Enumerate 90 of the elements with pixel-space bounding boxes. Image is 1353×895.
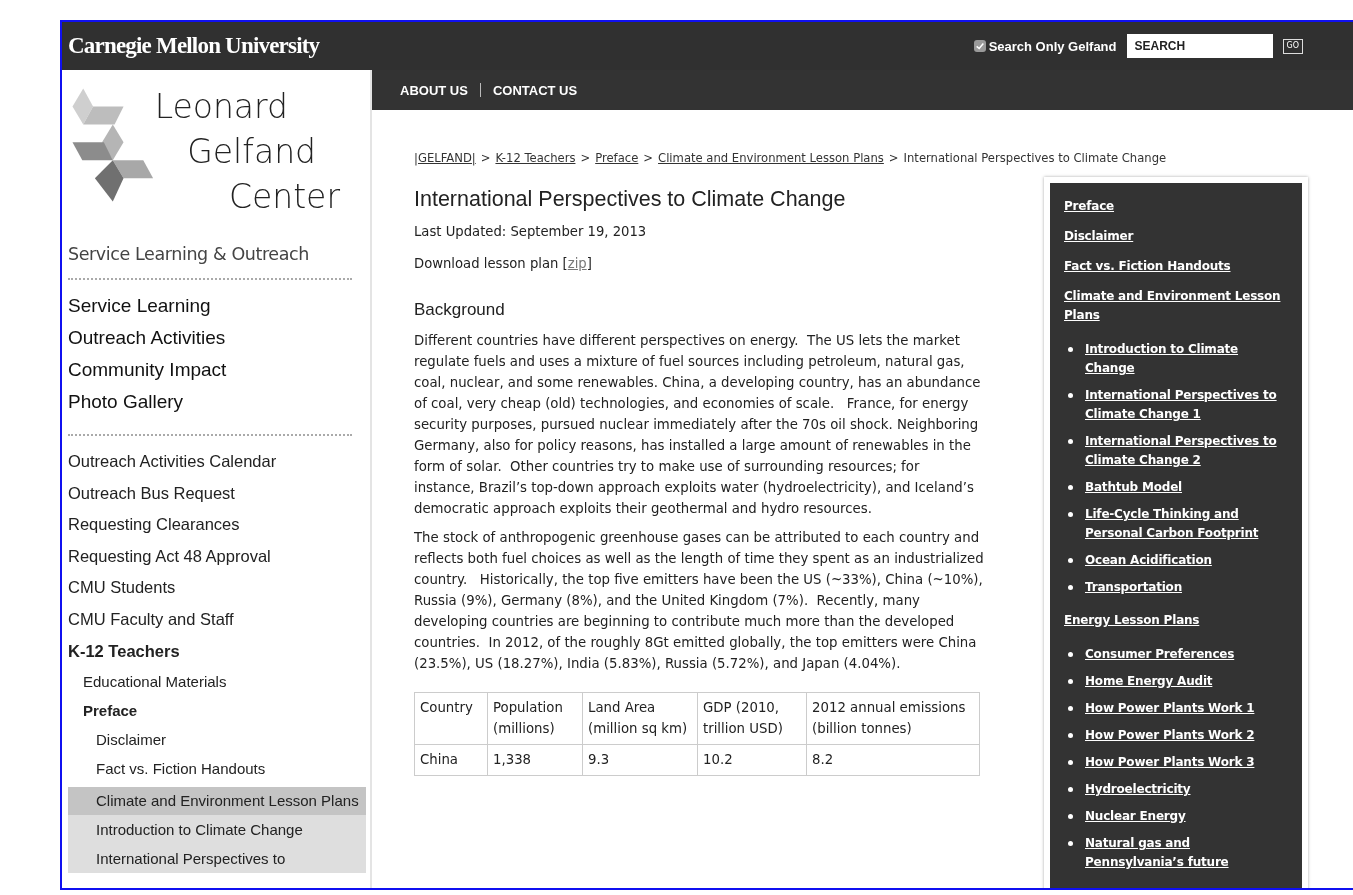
related-link[interactable]: Climate and Environment Lesson Plans [1064, 287, 1292, 325]
bullet-icon [1068, 733, 1073, 738]
sidebar-link[interactable]: Introduction to Climate Change [68, 815, 366, 845]
related-link[interactable]: Hydroelectricity [1085, 780, 1285, 799]
related-link[interactable]: Home Energy Audit [1085, 672, 1285, 691]
breadcrumb-link[interactable]: K-12 Teachers [495, 151, 576, 165]
table-cell: 9.3 [582, 744, 698, 776]
related-link[interactable]: Ocean Acidification [1085, 551, 1285, 570]
sidebar-link[interactable]: Community Impact [68, 354, 366, 386]
related-link[interactable]: Energy Lesson Plans [1064, 611, 1200, 630]
bullet-icon [1068, 841, 1073, 846]
related-link[interactable]: How Power Plants Work 2 [1085, 726, 1285, 745]
related-link[interactable]: Life-Cycle Thinking and Personal Carbon Footprint [1085, 505, 1285, 543]
nav-link[interactable]: CONTACT US [492, 82, 578, 98]
sidebar-link[interactable]: CMU Faculty and Staff [68, 603, 366, 636]
breadcrumb-link[interactable]: Preface [595, 151, 639, 165]
checkbox-label: Search Only Gelfand [988, 38, 1117, 54]
column-header: Land Area (million sq km) [582, 692, 698, 745]
sidebar-link[interactable]: Disclaimer [68, 725, 366, 755]
sidebar-link[interactable]: Photo Gallery [68, 386, 366, 418]
bullet-icon [1068, 393, 1073, 398]
university-logo[interactable]: Carnegie Mellon University [68, 33, 320, 59]
sidebar-link[interactable]: K-12 Teachers [68, 635, 366, 668]
related-link[interactable]: Introduction to Climate Change [1085, 340, 1285, 378]
related-link[interactable]: Nuclear Energy [1085, 807, 1285, 826]
bullet-icon [1068, 706, 1073, 711]
breadcrumb-separator: > [888, 151, 899, 165]
nav-link[interactable]: ABOUT US [400, 82, 468, 98]
related-link[interactable]: Bathtub Model [1085, 478, 1285, 497]
related-link[interactable]: How Power Plants Work 3 [1085, 753, 1285, 772]
section-heading: Background [414, 300, 506, 320]
updated-date: Last Updated: September 19, 2013 [414, 223, 648, 241]
bullet-icon [1068, 652, 1073, 657]
bullet-icon [1068, 485, 1073, 490]
logo-text: Gelfand [187, 131, 316, 173]
column-header: Population (millions) [487, 692, 583, 745]
checkbox[interactable] [973, 40, 986, 52]
breadcrumb-current: International Perspectives to Climate Change [903, 151, 1167, 165]
logo-text: Leonard [154, 86, 288, 128]
breadcrumb-separator: > [643, 151, 654, 165]
related-link[interactable]: Consumer Preferences [1085, 645, 1285, 664]
sidebar-link[interactable]: Preface [68, 696, 366, 726]
sidebar-link[interactable]: International Perspectives to [68, 844, 366, 874]
zip-link[interactable]: zip [567, 256, 587, 271]
sidebar-link[interactable]: Outreach Bus Request [68, 477, 366, 510]
bullet-icon [1068, 787, 1073, 792]
related-link[interactable]: Disclaimer [1064, 227, 1134, 246]
bullet-icon [1068, 814, 1073, 819]
related-link[interactable]: International Perspectives to Climate Change 2 [1085, 432, 1285, 470]
breadcrumb-separator: > [580, 151, 591, 165]
logo-tagline: Service Learning & Outreach [68, 244, 310, 264]
column-header: Country [414, 692, 488, 745]
table-cell: 1,338 [487, 744, 583, 776]
table-cell: 10.2 [697, 744, 807, 776]
sidebar-link[interactable]: Requesting Act 48 Approval [68, 540, 366, 573]
related-link[interactable]: Natural gas and Pennsylvania’s future [1085, 834, 1285, 872]
table-cell: 8.2 [806, 744, 980, 776]
bullet-icon [1068, 439, 1073, 444]
related-link[interactable]: How Power Plants Work 1 [1085, 699, 1285, 718]
related-link[interactable]: International Perspectives to Climate Change 1 [1085, 386, 1285, 424]
sidebar-link[interactable]: Outreach Activities Calendar [68, 446, 366, 478]
sidebar-link[interactable]: Climate and Environment Lesson Plans [68, 787, 366, 816]
body-paragraph: Different countries have different perspectives on energy. The US lets the market regulate fuels and uses a mixture of fuel sources including petroleum, natural gas, coal, nuclear, and some renewables. China, a developing country, has an abundance of coal, very cheap (old) technologies, and economies of scale. France, for energy security purposes, pursued nuclear immediately after the 70s oil shock. Neighboring Germany, also for policy reasons, has installed a large amount of renewables in the form of solar. Other countries try to make use of surrounding resources; for instance, Brazil’s top-down approach exploits water (hydroelectricity), and Iceland’s democratic approach exploits their geothermal and hydro resources. [414, 332, 982, 518]
sidebar-link[interactable]: Requesting Clearances [68, 509, 366, 541]
breadcrumb-separator: > [480, 151, 491, 165]
sidebar-link[interactable]: Service Learning [68, 290, 366, 322]
table-cell: China [414, 744, 488, 776]
logo-text: Center [228, 176, 340, 218]
body-paragraph: The stock of anthropogenic greenhouse gases can be attributed to each country and reflects both fuel choices as well as the length of time they spent as an industrialized country. Historically, the top five emitters have been the US (~33%), China (~10%), Russia (9%), Germany (8%), and the United Kingdom (7%). Recently, many developing countries are beginning to contribute much more than the developed countries. In 2012, of the roughly 8Gt emitted globally, the top emitters were China (23.5%), US (18.27%), India (5.83%), Russia (5.72%), and Japan (4.04%). [414, 529, 984, 673]
page-title: International Perspectives to Climate Change [414, 187, 847, 212]
sidebar-link[interactable]: Educational Materials [68, 667, 366, 697]
bullet-icon [1068, 585, 1073, 590]
search-field[interactable]: SEARCH [1126, 34, 1273, 58]
column-header: GDP (2010, trillion USD) [697, 692, 807, 745]
bullet-icon [1068, 512, 1073, 517]
sidebar-link[interactable]: CMU Students [68, 572, 366, 604]
go-button[interactable]: GO [1282, 38, 1303, 54]
bullet-icon [1068, 760, 1073, 765]
sidebar-link[interactable]: Outreach Activities [68, 322, 366, 354]
related-link[interactable]: Transportation [1085, 578, 1285, 597]
bullet-icon [1068, 679, 1073, 684]
bullet-icon [1068, 347, 1073, 352]
bullet-icon [1068, 558, 1073, 563]
download-text: Download lesson plan [zip] [414, 255, 593, 273]
column-header: 2012 annual emissions (billion tonnes) [806, 692, 980, 745]
related-link[interactable]: Preface [1064, 197, 1115, 216]
breadcrumb-link[interactable]: Climate and Environment Lesson Plans [658, 151, 884, 165]
related-link[interactable]: Fact vs. Fiction Handouts [1064, 257, 1231, 276]
breadcrumb-link[interactable]: |GELFAND| [414, 151, 476, 165]
sidebar-link[interactable]: Fact vs. Fiction Handouts [68, 754, 366, 784]
